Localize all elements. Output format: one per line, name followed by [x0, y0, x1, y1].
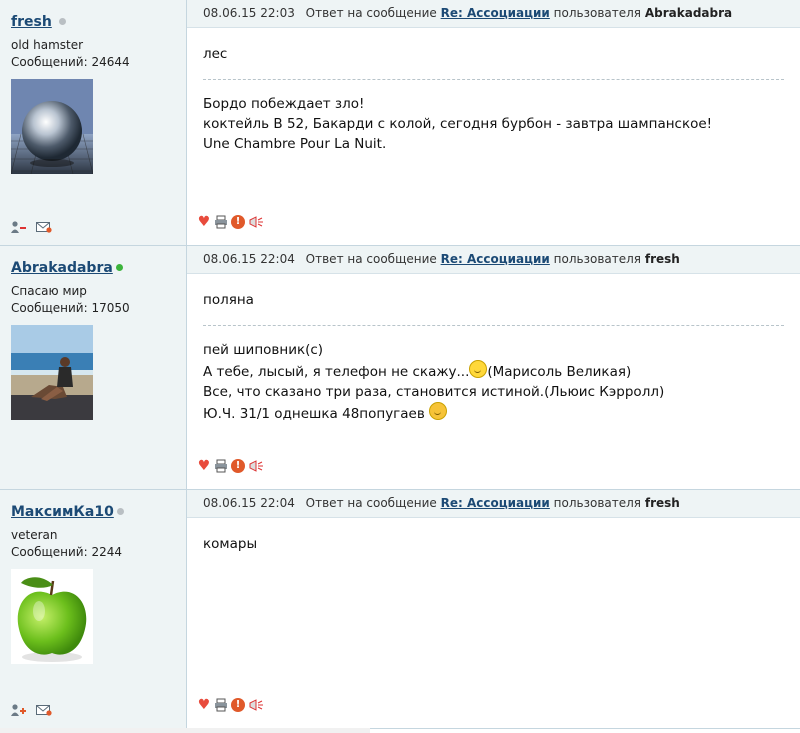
offline-status-icon: [59, 18, 66, 25]
status-strip: [0, 728, 370, 733]
megaphone-icon[interactable]: [248, 459, 263, 473]
reply-mid: пользователя: [553, 252, 642, 266]
message-text: комары: [203, 536, 258, 552]
envelope-icon[interactable]: [36, 221, 52, 235]
author-username[interactable]: МаксимКа10: [11, 504, 114, 520]
forum-post: Abrakadabra Спасаю мир Сообщений: 17050 …: [0, 246, 800, 490]
post-date: 08.06.15 22:04: [203, 496, 295, 510]
message-text: поляна: [203, 290, 784, 326]
grin-smiley-icon: [429, 402, 448, 420]
message-text: лес: [203, 44, 784, 80]
author-post-count: Сообщений: 2244: [11, 545, 122, 559]
author-title: veteran: [11, 528, 58, 542]
heart-icon[interactable]: ♥: [197, 459, 211, 473]
printer-icon[interactable]: [214, 459, 228, 473]
reply-prefix: Ответ на сообщение: [305, 6, 437, 20]
author-title: old hamster: [11, 38, 84, 52]
smiley-icon: [469, 360, 488, 378]
avatar[interactable]: [11, 569, 93, 664]
author-actions: [11, 704, 52, 718]
avatar[interactable]: [11, 325, 93, 420]
user-profile-icon[interactable]: [11, 221, 27, 235]
post-header: 08.06.15 22:04 Ответ на сообщение Re: Ас…: [187, 490, 800, 518]
post-header: 08.06.15 22:03 Ответ на сообщение Re: Ас…: [187, 0, 800, 28]
reply-user: Abrakadabra: [644, 6, 733, 20]
post-actions: ♥ !: [197, 698, 263, 712]
post-content: 08.06.15 22:04 Ответ на сообщение Re: Ас…: [187, 246, 800, 489]
printer-icon[interactable]: [214, 215, 228, 229]
post-actions: ♥ !: [197, 215, 263, 229]
post-date: 08.06.15 22:04: [203, 252, 295, 266]
warning-icon[interactable]: !: [231, 698, 245, 712]
post-content: 08.06.15 22:03 Ответ на сообщение Re: Ас…: [187, 0, 800, 245]
reply-user: fresh: [644, 252, 680, 266]
signature: пей шиповник(с) А тебе, лысый, я телефон…: [203, 326, 784, 424]
post-header: 08.06.15 22:04 Ответ на сообщение Re: Ас…: [187, 246, 800, 274]
online-status-icon: [116, 264, 123, 271]
author-post-count: Сообщений: 24644: [11, 55, 130, 69]
reply-user: fresh: [644, 496, 680, 510]
post-content: 08.06.15 22:04 Ответ на сообщение Re: Ас…: [187, 490, 800, 728]
post-actions: ♥ !: [197, 459, 263, 473]
signature-line: коктейль В 52, Бакарди с колой, сегодня …: [203, 116, 713, 132]
reply-prefix: Ответ на сообщение: [305, 252, 437, 266]
author-post-count: Сообщений: 17050: [11, 301, 130, 315]
megaphone-icon[interactable]: [248, 698, 263, 712]
reply-prefix: Ответ на сообщение: [305, 496, 437, 510]
signature-line: Ю.Ч. 31/1 однешка 48попугаев: [203, 402, 784, 424]
signature-line: Бордо побеждает зло!: [203, 96, 365, 112]
signature-line: Все, что сказано три раза, становится ис…: [203, 384, 665, 400]
reply-mid: пользователя: [553, 496, 642, 510]
thread-link[interactable]: Re: Ассоциации: [441, 6, 550, 20]
author-username[interactable]: fresh: [11, 14, 52, 30]
forum-post: fresh old hamster Сообщений: 24644 08.06…: [0, 0, 800, 246]
author-sidebar: МаксимКа10 veteran Сообщений: 2244: [0, 490, 187, 728]
avatar[interactable]: [11, 79, 93, 174]
envelope-icon[interactable]: [36, 704, 52, 718]
author-actions: [11, 221, 52, 235]
signature-line: пей шиповник(с): [203, 342, 324, 358]
heart-icon[interactable]: ♥: [197, 215, 211, 229]
author-title: Спасаю мир: [11, 284, 87, 298]
reply-mid: пользователя: [553, 6, 642, 20]
warning-icon[interactable]: !: [231, 459, 245, 473]
warning-icon[interactable]: !: [231, 215, 245, 229]
megaphone-icon[interactable]: [248, 215, 263, 229]
add-friend-icon[interactable]: [11, 704, 27, 718]
offline-status-icon: [117, 508, 124, 515]
author-username[interactable]: Abrakadabra: [11, 260, 113, 276]
thread-link[interactable]: Re: Ассоциации: [441, 496, 550, 510]
signature-line: А тебе, лысый, я телефон не скажу... (Мар…: [203, 360, 784, 382]
signature-line: Une Chambre Pour La Nuit.: [203, 136, 387, 152]
forum-post: МаксимКа10 veteran Сообщений: 2244 08.06…: [0, 490, 800, 729]
signature: Бордо побеждает зло! коктейль В 52, Бака…: [203, 80, 784, 154]
author-sidebar: fresh old hamster Сообщений: 24644: [0, 0, 187, 245]
post-date: 08.06.15 22:03: [203, 6, 295, 20]
heart-icon[interactable]: ♥: [197, 698, 211, 712]
author-sidebar: Abrakadabra Спасаю мир Сообщений: 17050: [0, 246, 187, 489]
printer-icon[interactable]: [214, 698, 228, 712]
thread-link[interactable]: Re: Ассоциации: [441, 252, 550, 266]
